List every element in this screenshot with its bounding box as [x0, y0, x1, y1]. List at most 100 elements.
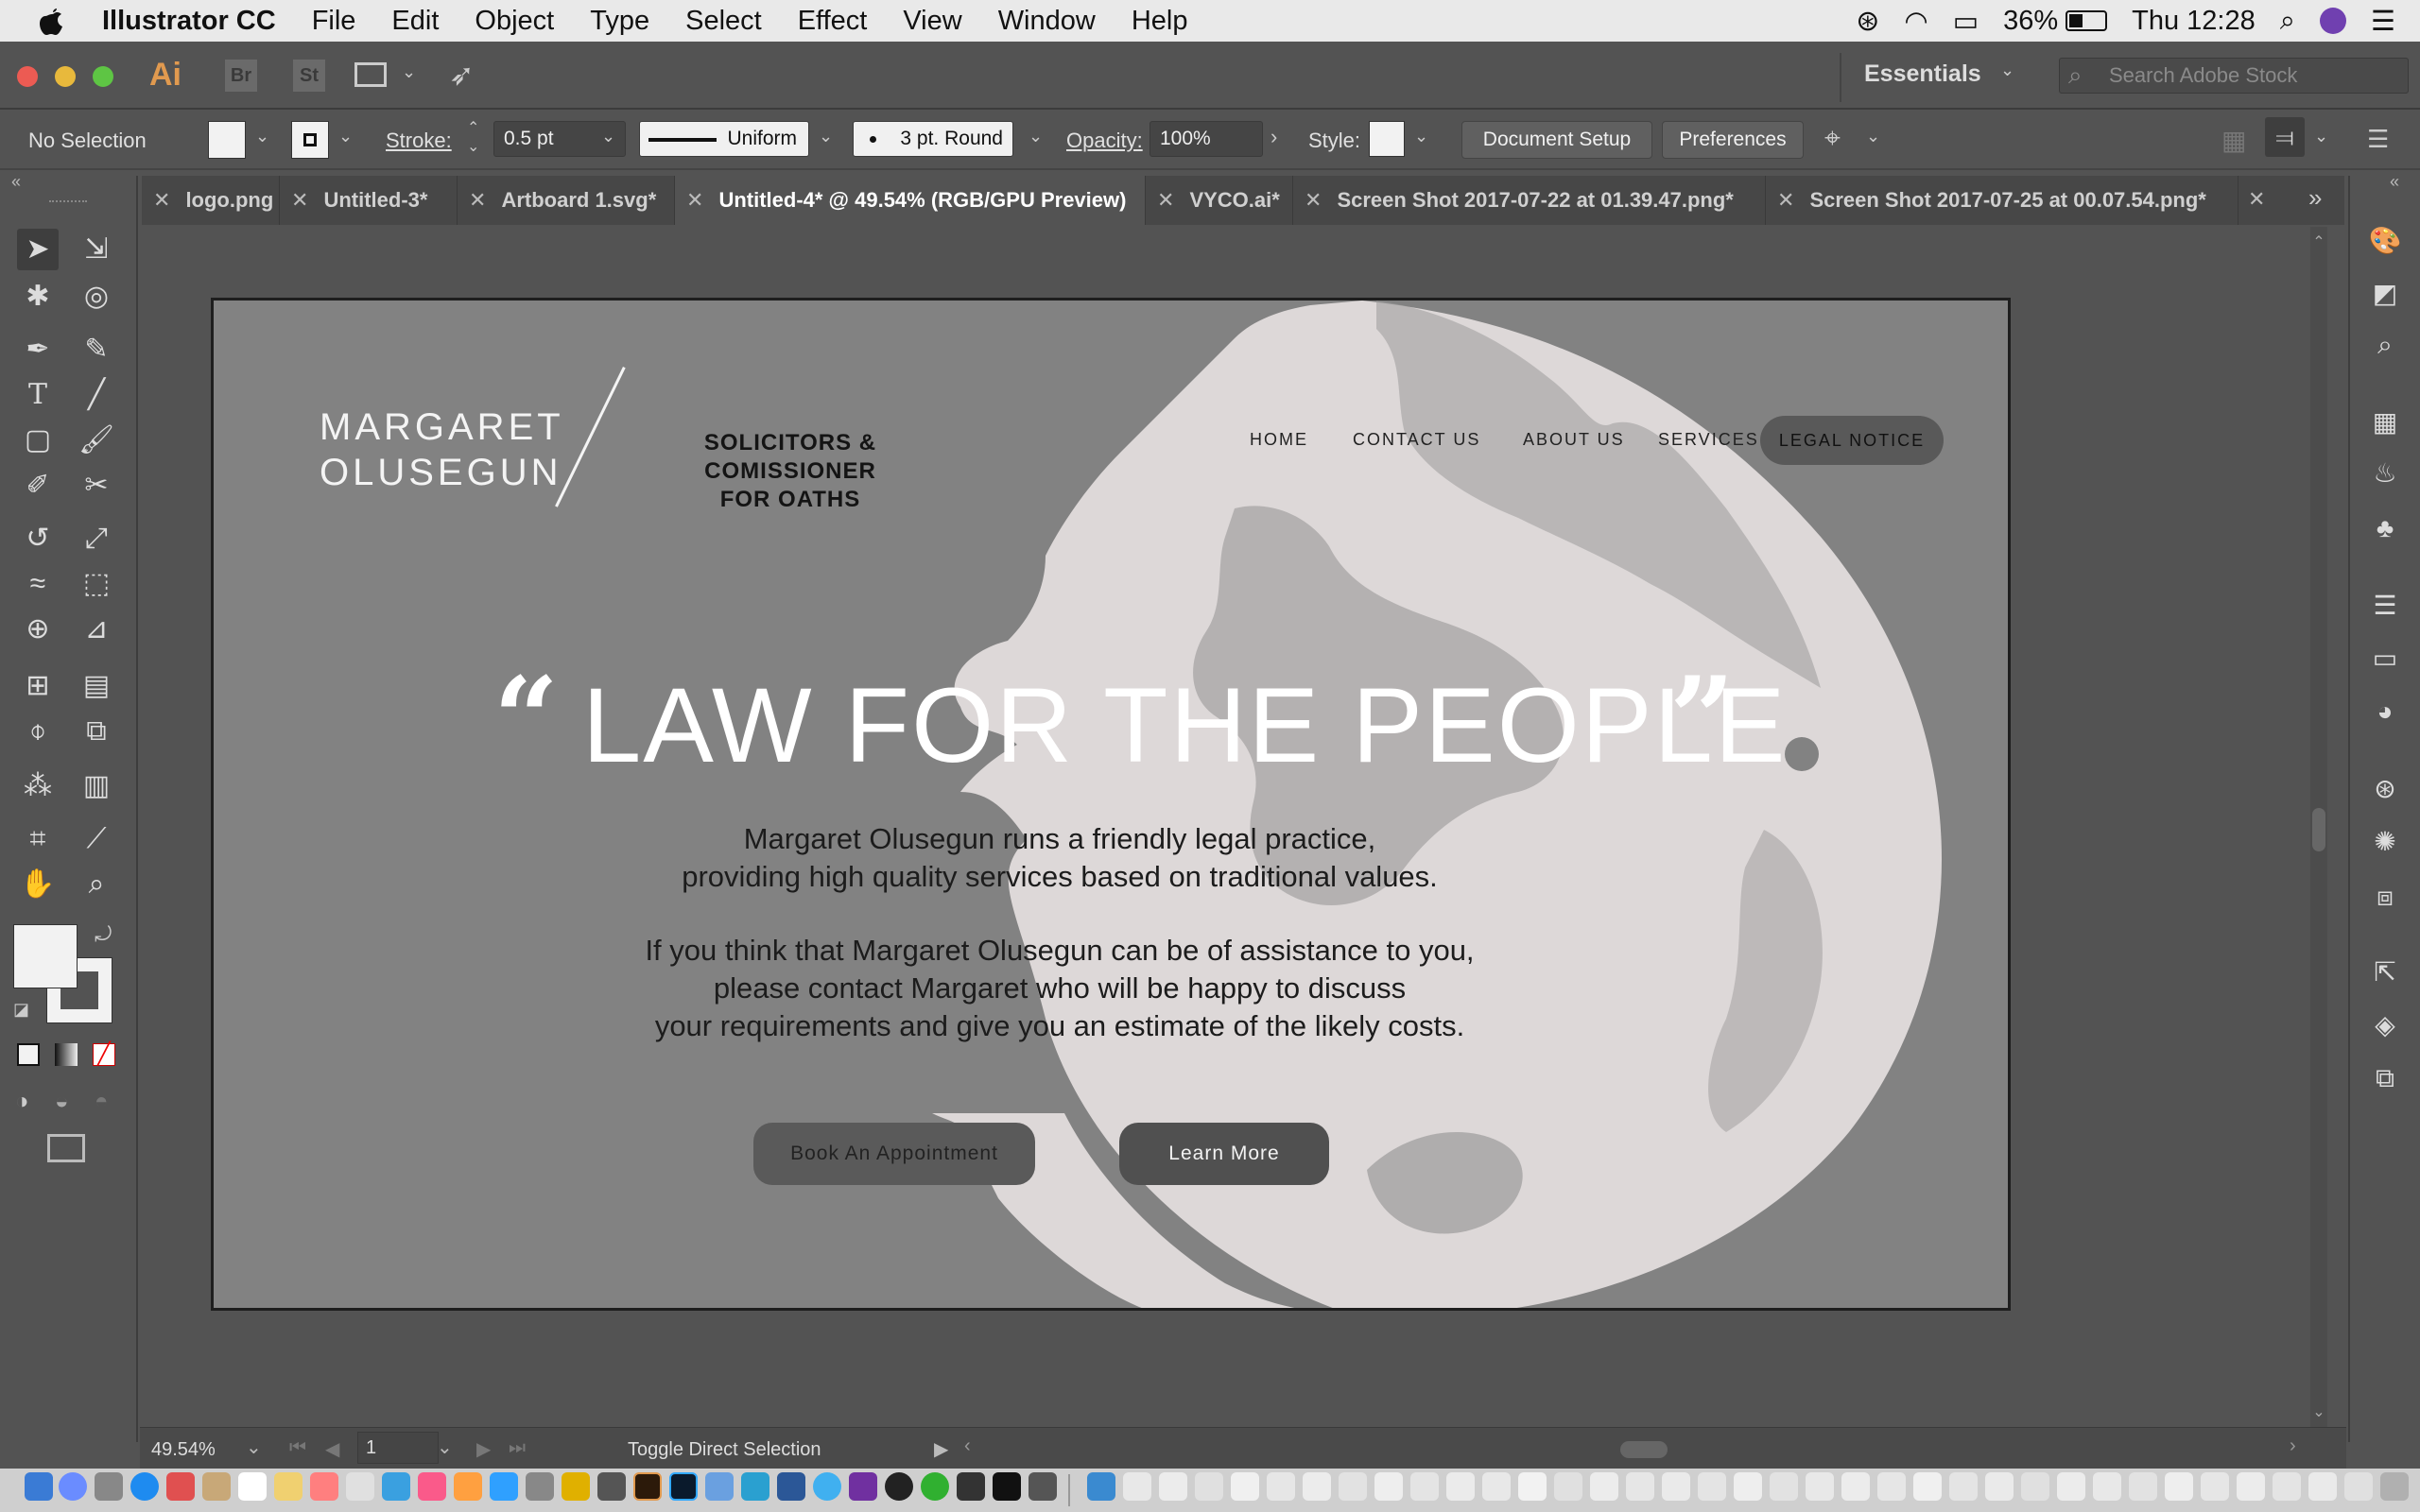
xcode-icon[interactable] — [741, 1472, 769, 1501]
slice-tool-icon[interactable]: ⟋ — [76, 818, 117, 860]
scroll-down-icon[interactable]: ⌄ — [2310, 1402, 2327, 1421]
blend-tool-icon[interactable]: ⧉ — [76, 711, 117, 752]
status-menu-arrow-icon[interactable]: ▶ — [934, 1437, 948, 1461]
tab-screenshot-0722[interactable]: ✕ Screen Shot 2017-07-22 at 01.39.47.png* — [1293, 176, 1766, 225]
color-mode-icon[interactable] — [17, 1043, 40, 1066]
shaper-tool-icon[interactable]: ✐ — [17, 465, 59, 507]
minimized-window-11[interactable] — [1482, 1472, 1511, 1501]
minimized-window-19[interactable] — [1770, 1472, 1798, 1501]
opacity-field[interactable]: 100% — [1150, 121, 1263, 157]
minimized-window-18[interactable] — [1734, 1472, 1762, 1501]
menu-effect[interactable]: Effect — [798, 6, 868, 37]
cc-libraries-icon[interactable]: ⊛ — [2365, 769, 2405, 809]
arrange-documents-chevron-icon[interactable]: ⌄ — [402, 62, 416, 82]
lasso-tool-icon[interactable]: ◎ — [76, 276, 117, 318]
more-tabs-icon[interactable]: » — [2308, 183, 2322, 213]
pen-tool-icon[interactable]: ✒ — [17, 329, 59, 370]
graphic-style-swatch[interactable] — [1369, 121, 1405, 157]
reminders-icon[interactable] — [238, 1472, 267, 1501]
minimized-window-15[interactable] — [1626, 1472, 1654, 1501]
control-panel-menu-icon[interactable]: ☰ — [2367, 125, 2389, 154]
brush-chevron-icon[interactable]: ⌄ — [1028, 127, 1043, 146]
profile-chevron-icon[interactable]: ⌄ — [819, 127, 833, 146]
draw-inside-icon[interactable]: ◓ — [95, 1089, 109, 1115]
close-window-button[interactable] — [17, 66, 38, 87]
close-tab-icon[interactable]: ✕ — [469, 188, 486, 212]
scroll-left-icon[interactable]: ‹ — [964, 1435, 971, 1457]
stroke-swatch[interactable] — [291, 121, 329, 159]
draw-behind-icon[interactable]: ◒ — [55, 1089, 69, 1115]
previous-artboard-icon[interactable]: ◀ — [325, 1437, 339, 1461]
arrange-icon[interactable]: ⫤ — [2265, 117, 2305, 157]
downloads-stack-icon[interactable] — [1087, 1472, 1115, 1501]
tab-artboard-1-svg[interactable]: ✕ Artboard 1.svg* — [458, 176, 675, 225]
menu-type[interactable]: Type — [590, 6, 649, 37]
arrange-documents-icon[interactable] — [354, 62, 387, 87]
tab-untitled-4[interactable]: ✕ Untitled-4* @ 49.54% (RGB/GPU Preview) — [675, 176, 1146, 225]
opacity-label[interactable]: Opacity: — [1066, 129, 1143, 153]
tab-logo-png[interactable]: ✕ logo.png — [142, 176, 280, 225]
column-graph-tool-icon[interactable]: ▥ — [76, 765, 117, 807]
next-artboard-icon[interactable]: ▶ — [476, 1437, 491, 1461]
skype-icon[interactable] — [813, 1472, 841, 1501]
transform-icon[interactable]: ⌖ — [1824, 123, 1841, 155]
horizontal-scroll-thumb[interactable] — [1620, 1441, 1668, 1458]
minimize-window-button[interactable] — [55, 66, 76, 87]
appearance-icon[interactable]: ✺ — [2365, 822, 2405, 862]
type-tool-icon[interactable]: T — [17, 374, 59, 416]
stroke-label[interactable]: Stroke: — [386, 129, 452, 153]
airplay-icon[interactable]: ▭ — [1953, 5, 1979, 38]
rectangle-tool-icon[interactable]: ▢ — [17, 420, 59, 461]
brush-definition[interactable]: 3 pt. Round — [853, 121, 1013, 157]
search-adobe-stock-input[interactable]: Search Adobe Stock — [2059, 58, 2409, 94]
gradient-mode-icon[interactable] — [55, 1043, 78, 1066]
word-icon[interactable] — [777, 1472, 805, 1501]
fill-color-box[interactable] — [13, 924, 78, 988]
shape-builder-tool-icon[interactable]: ⊕ — [17, 609, 59, 650]
selection-tool-icon[interactable]: ➤ — [17, 229, 59, 270]
learn-more-button[interactable]: Learn More — [1119, 1123, 1329, 1185]
nav-contact-us[interactable]: CONTACT US — [1353, 430, 1480, 450]
fill-swatch[interactable] — [208, 121, 246, 159]
menu-edit[interactable]: Edit — [391, 6, 439, 37]
minimized-window-35[interactable] — [2344, 1472, 2373, 1501]
minimized-window-23[interactable] — [1913, 1472, 1942, 1501]
collapse-tools-icon[interactable]: « — [11, 172, 21, 192]
change-screen-mode-icon[interactable] — [47, 1134, 85, 1162]
slack-icon[interactable] — [849, 1472, 877, 1501]
close-tab-icon[interactable]: ✕ — [291, 188, 308, 212]
direct-selection-tool-icon[interactable]: ⇲ — [76, 229, 117, 270]
safari-icon[interactable] — [130, 1472, 159, 1501]
artboard-tool-icon[interactable]: ⌗ — [17, 818, 59, 860]
rotate-tool-icon[interactable]: ↺ — [17, 518, 59, 559]
siri-icon[interactable] — [2320, 8, 2346, 34]
gradient-panel-icon[interactable]: ▭ — [2365, 639, 2405, 679]
artboards-icon[interactable]: ⧉ — [2365, 1058, 2405, 1098]
zoom-level-field[interactable]: 49.54% — [151, 1439, 216, 1461]
draw-normal-icon[interactable]: ◑ — [15, 1089, 29, 1115]
width-tool-icon[interactable]: ≈ — [17, 563, 59, 605]
align-grid-icon[interactable]: ▦ — [2221, 125, 2246, 156]
color-icon[interactable]: ◩ — [2365, 274, 2405, 314]
brand-name[interactable]: MARGARET OLUSEGUN — [320, 404, 564, 495]
perspective-grid-tool-icon[interactable]: ⊿ — [76, 609, 117, 650]
magic-wand-tool-icon[interactable]: ✱ — [17, 276, 59, 318]
minimized-window-28[interactable] — [2093, 1472, 2121, 1501]
minimized-window-13[interactable] — [1554, 1472, 1582, 1501]
minimized-window-30[interactable] — [2165, 1472, 2193, 1501]
stroke-weight-chevron-icon[interactable]: ⌄ — [601, 127, 615, 146]
siri-dock-icon[interactable] — [59, 1472, 87, 1501]
battery-icon[interactable] — [2066, 10, 2108, 31]
swap-fill-stroke-icon[interactable]: ⤾ — [95, 922, 112, 947]
illustrator-dock-icon[interactable] — [633, 1472, 662, 1501]
close-tab-icon[interactable]: ✕ — [1777, 188, 1794, 212]
mesh-tool-icon[interactable]: ⊞ — [17, 665, 59, 707]
minimized-window-4[interactable] — [1231, 1472, 1259, 1501]
stroke-stepper-icon[interactable]: ⌃ ⌄ — [467, 119, 479, 157]
nav-home[interactable]: HOME — [1250, 430, 1308, 450]
chrome-icon[interactable] — [562, 1472, 590, 1501]
trash-icon[interactable] — [2380, 1472, 2409, 1501]
tab-screenshot-0725[interactable]: ✕ Screen Shot 2017-07-25 at 00.07.54.png* — [1766, 176, 2238, 225]
artboard-chevron-icon[interactable]: ⌄ — [437, 1435, 453, 1459]
close-tab-icon[interactable]: ✕ — [153, 188, 170, 212]
